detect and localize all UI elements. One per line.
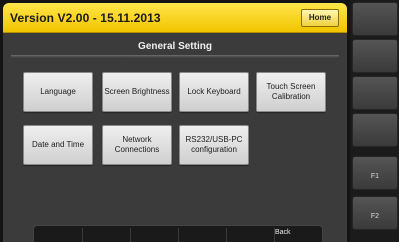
side-key-3[interactable]	[352, 76, 398, 110]
f1-label: F1	[370, 173, 380, 180]
touch-screen-calibration-button[interactable]: Touch Screen Calibration	[256, 72, 326, 112]
title-bar: Version V2.00 - 15.11.2013 Home	[3, 3, 347, 33]
side-key-4[interactable]	[352, 113, 398, 147]
f2-label: F2	[370, 213, 380, 220]
version-title: Version V2.00 - 15.11.2013	[10, 11, 161, 25]
device: Version V2.00 - 15.11.2013 Home General …	[0, 0, 399, 242]
softkey-divider	[82, 228, 83, 242]
screen-brightness-button[interactable]: Screen Brightness	[102, 72, 172, 112]
date-and-time-button[interactable]: Date and Time	[23, 125, 93, 165]
network-connections-button[interactable]: Network Connections	[102, 125, 172, 165]
side-key-panel: F1 F2	[350, 0, 399, 242]
softkey-divider	[130, 228, 131, 242]
language-button[interactable]: Language	[23, 72, 93, 112]
home-button[interactable]: Home	[301, 9, 339, 27]
side-key-2[interactable]	[352, 39, 398, 73]
f2-key[interactable]: F2	[352, 196, 398, 230]
softkey-divider	[226, 228, 227, 242]
lcd-screen: Version V2.00 - 15.11.2013 Home General …	[3, 3, 347, 242]
back-button[interactable]: Back	[275, 229, 291, 236]
f1-key[interactable]: F1	[352, 156, 398, 190]
rs232-usb-pc-configuration-button[interactable]: RS232/USB-PC configuration	[179, 125, 249, 165]
lock-keyboard-button[interactable]: Lock Keyboard	[179, 72, 249, 112]
page-title: General Setting	[138, 41, 212, 52]
softkey-divider	[178, 228, 179, 242]
side-key-1[interactable]	[352, 2, 398, 36]
title-divider	[11, 55, 339, 59]
